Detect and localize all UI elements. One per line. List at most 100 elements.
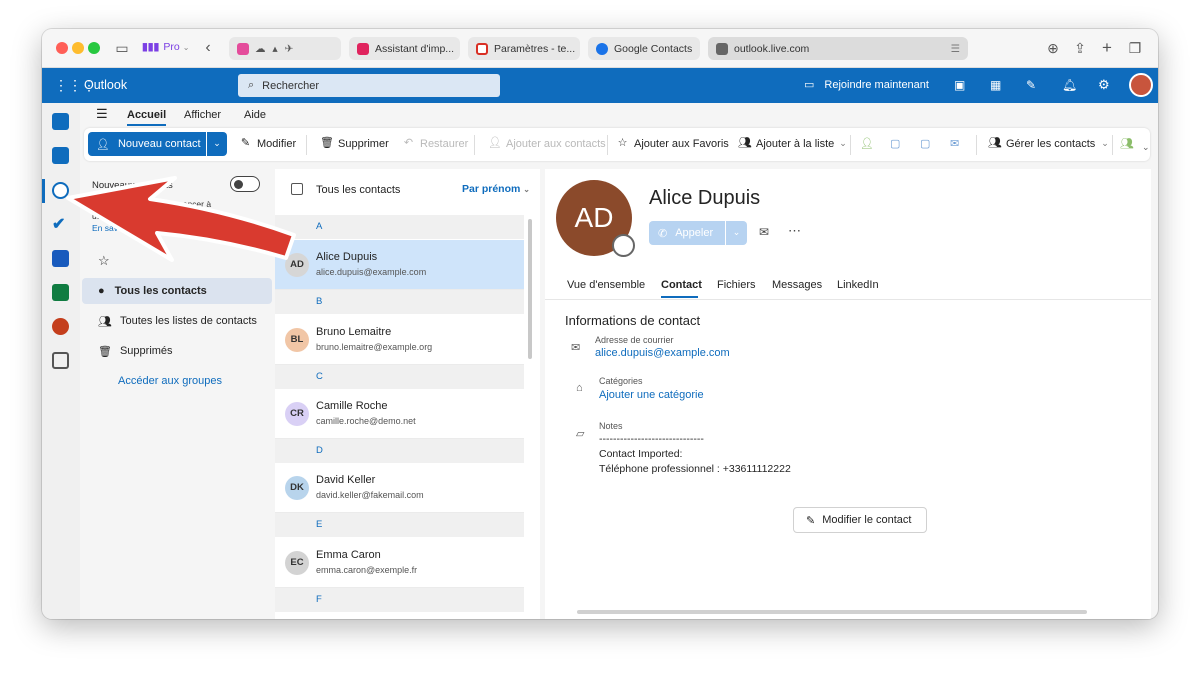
address-bar[interactable]: outlook.live.com ☰ xyxy=(708,37,968,60)
tab-google-contacts[interactable]: Google Contacts xyxy=(588,37,700,60)
sidebar-item-deleted[interactable]: 🗑︎ Supprimés xyxy=(82,338,272,364)
todo-icon[interactable]: ✔ xyxy=(52,216,69,233)
tab-pinned[interactable]: ☁ ▴ ✈ xyxy=(229,37,341,60)
scrollbar[interactable] xyxy=(528,219,532,359)
close-window-button[interactable] xyxy=(56,42,68,54)
mail-icon[interactable] xyxy=(52,113,69,130)
calendar-icon[interactable] xyxy=(52,147,69,164)
call-dropdown[interactable]: ⌄ xyxy=(726,221,747,245)
feedback-icon[interactable]: ✎ xyxy=(1026,78,1036,92)
browser-window: ▭ ▮▮▮ Pro ⌄ ‹ ☁ ▴ ✈ Assistant d'imp... P… xyxy=(42,29,1158,619)
list-item[interactable]: BL Bruno Lemaitre bruno.lemaitre@example… xyxy=(275,315,524,365)
new-contact-button[interactable]: 👤︎ Nouveau contact xyxy=(88,132,206,156)
favorites-item[interactable]: ☆ xyxy=(82,248,272,274)
email-link[interactable]: alice.dupuis@example.com xyxy=(595,347,730,359)
tab-messages[interactable]: Messages xyxy=(772,279,822,291)
tab-overview-icon[interactable]: ❐ xyxy=(1127,40,1143,56)
add-to-list-button[interactable]: 👥︎ Ajouter à la liste ⌄ xyxy=(738,137,847,150)
list-item[interactable]: EC Emma Caron emma.caron@exemple.fr xyxy=(275,538,524,588)
delete-button[interactable]: 🗑︎ Supprimer xyxy=(320,137,389,150)
schedule-icon[interactable]: ▢ xyxy=(920,137,930,150)
sidebar-toggle-icon[interactable]: ▭ xyxy=(114,40,130,56)
restore-button[interactable]: ↶ Restaurer xyxy=(402,137,468,150)
sidebar-item-all-lists[interactable]: 👥︎ Toutes les listes de contacts xyxy=(82,308,272,334)
contact-name: Bruno Lemaitre xyxy=(316,326,392,338)
edit-contact-button[interactable]: ✎ Modifier le contact xyxy=(793,507,927,533)
more-apps-icon[interactable] xyxy=(52,352,69,369)
list-item[interactable]: AD Alice Dupuis alice.dupuis@example.com xyxy=(275,240,524,290)
groups-link[interactable]: Accéder aux groupes xyxy=(82,368,272,394)
sidebar-item-all-contacts[interactable]: ● Tous les contacts xyxy=(82,278,272,304)
word-icon[interactable] xyxy=(52,250,69,267)
excel-online-icon[interactable]: ▦ xyxy=(990,78,1001,92)
search-box[interactable]: ⌕ Rechercher xyxy=(238,74,500,97)
list-item[interactable]: CR Camille Roche camille.roche@demo.net xyxy=(275,389,524,439)
manage-contacts-button[interactable]: 👥︎ Gérer les contacts ⌄ xyxy=(988,137,1109,150)
email-label: Adresse de courrier xyxy=(595,335,674,345)
join-now-button[interactable]: ▭ Rejoindre maintenant xyxy=(804,78,929,92)
group-icon[interactable]: 👥︎ xyxy=(1120,137,1134,150)
share-contact-icon[interactable]: ✉ xyxy=(950,137,959,150)
tab-gmail[interactable]: Paramètres - te... xyxy=(468,37,580,60)
contact-email: bruno.lemaitre@example.org xyxy=(316,342,433,352)
people-list-icon: 👥︎ xyxy=(738,137,752,149)
teams-icon[interactable]: ▣ xyxy=(954,78,965,92)
new-tab-icon[interactable]: + xyxy=(1099,39,1115,56)
hamburger-icon[interactable]: ☰ xyxy=(96,106,108,122)
sort-dropdown[interactable]: Par prénom ⌄ xyxy=(462,183,530,195)
tab-linkedin[interactable]: LinkedIn xyxy=(837,279,879,291)
presence-add-icon[interactable]: 👤︎ xyxy=(860,137,874,150)
profile-switcher[interactable]: ▮▮▮ Pro ⌄ xyxy=(142,41,189,53)
people-icon[interactable] xyxy=(52,182,69,199)
download-icon[interactable]: ⊕ xyxy=(1045,40,1061,56)
new-contacts-toggle[interactable] xyxy=(230,176,260,192)
edit-button[interactable]: ✎ Modifier xyxy=(239,137,296,150)
tab-home[interactable]: Accueil xyxy=(127,109,167,126)
powerpoint-icon[interactable] xyxy=(52,318,69,335)
avatar: AD xyxy=(285,253,309,277)
star-icon: ☆ xyxy=(98,253,110,268)
new-contact-dropdown[interactable]: ⌄ xyxy=(207,132,227,156)
ribbon: 👤︎ Nouveau contact ⌄ ✎ Modifier 🗑︎ Supprim… xyxy=(84,128,1150,161)
minimize-window-button[interactable] xyxy=(72,42,84,54)
mail-icon[interactable]: ✉ xyxy=(759,225,769,239)
learn-more-link[interactable]: En savoir plus xyxy=(92,223,145,233)
divider xyxy=(850,135,851,155)
reader-icon[interactable]: ☰ xyxy=(951,43,960,55)
menu-bar: ☰ Accueil Afficher Aide xyxy=(80,103,1158,126)
browser-toolbar: ▭ ▮▮▮ Pro ⌄ ‹ ☁ ▴ ✈ Assistant d'imp... P… xyxy=(42,29,1158,68)
add-category-link[interactable]: Ajouter une catégorie xyxy=(599,389,704,401)
add-to-contacts-button[interactable]: 👤︎ Ajouter aux contacts xyxy=(488,137,606,150)
horizontal-scrollbar[interactable] xyxy=(577,610,1087,614)
new-contacts-label: Nouveaux contacts xyxy=(92,180,173,191)
tab-help[interactable]: Aide xyxy=(244,109,266,121)
list-item[interactable]: DK David Keller david.keller@fakemail.co… xyxy=(275,463,524,513)
chevron-down-icon: ⌄ xyxy=(182,42,190,52)
video-icon: ▭ xyxy=(804,79,815,91)
tag-icon: ⌂ xyxy=(576,382,583,394)
back-icon[interactable]: ‹ xyxy=(200,40,216,56)
share-icon[interactable]: ⇪ xyxy=(1072,40,1088,56)
contact-name-heading: Alice Dupuis xyxy=(649,187,761,209)
avatar[interactable] xyxy=(1129,73,1153,97)
tab-files[interactable]: Fichiers xyxy=(717,279,756,291)
bell-icon[interactable]: 🔔︎ xyxy=(1062,78,1077,92)
add-to-favorites-button[interactable]: ☆ Ajouter aux Favoris xyxy=(616,137,729,150)
contact-email: emma.caron@exemple.fr xyxy=(316,565,418,575)
tab-overview[interactable]: Vue d'ensemble xyxy=(567,279,645,291)
expand-ribbon-icon[interactable]: ⌄ xyxy=(1142,142,1150,153)
select-all-checkbox[interactable] xyxy=(291,183,303,195)
contact-name: Emma Caron xyxy=(316,549,381,561)
tab-assistant[interactable]: Assistant d'imp... xyxy=(349,37,460,60)
chat-icon[interactable]: ▢ xyxy=(890,137,900,150)
tab-view[interactable]: Afficher xyxy=(184,109,221,121)
excel-icon[interactable] xyxy=(52,284,69,301)
app-name: Outlook xyxy=(84,78,128,92)
gear-icon[interactable]: ⚙ xyxy=(1098,77,1110,93)
zoom-window-button[interactable] xyxy=(88,42,100,54)
tab-contact[interactable]: Contact xyxy=(661,279,702,291)
call-button[interactable]: ✆ Appeler xyxy=(649,221,725,245)
section-header: C xyxy=(275,365,524,389)
contact-email: david.keller@fakemail.com xyxy=(316,490,424,500)
more-options-icon[interactable]: ⋯ xyxy=(788,223,801,239)
